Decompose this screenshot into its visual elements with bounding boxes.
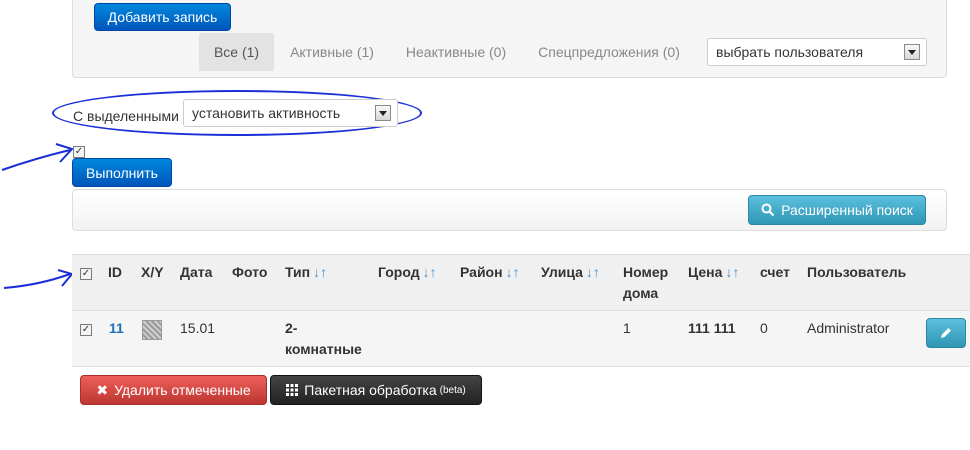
advanced-search-label: Расширенный поиск bbox=[781, 202, 913, 218]
sort-arrows-icon[interactable]: ↓↑ bbox=[725, 264, 739, 280]
tab-all[interactable]: Все (1) bbox=[199, 33, 274, 71]
col-photo: Фото bbox=[232, 264, 268, 280]
row-type-l2: комнатные bbox=[285, 341, 362, 357]
bulk-action-value: установить активность bbox=[192, 105, 341, 121]
execute-button[interactable]: Выполнить bbox=[72, 158, 172, 187]
pencil-icon bbox=[941, 328, 951, 338]
user-select-value: выбрать пользователя bbox=[716, 44, 864, 60]
search-icon bbox=[761, 203, 775, 217]
col-district-label: Район bbox=[460, 264, 503, 280]
row-house: 1 bbox=[623, 320, 631, 336]
sort-arrows-icon[interactable]: ↓↑ bbox=[506, 264, 520, 280]
col-type[interactable]: Тип ↓↑ bbox=[285, 262, 327, 283]
col-street[interactable]: Улица ↓↑ bbox=[541, 262, 600, 283]
delete-selected-button[interactable]: ✖ Удалить отмеченные bbox=[80, 375, 267, 405]
col-city-label: Город bbox=[378, 264, 420, 280]
dropdown-arrow-icon bbox=[904, 44, 920, 60]
row-id-link[interactable]: 11 bbox=[109, 318, 124, 339]
sort-arrows-icon[interactable]: ↓↑ bbox=[313, 264, 327, 280]
tab-inactive[interactable]: Неактивные (0) bbox=[397, 33, 515, 71]
close-icon: ✖ bbox=[96, 381, 109, 398]
tab-special-offers[interactable]: Спецпредложения (0) bbox=[528, 33, 690, 71]
batch-processing-label: Пакетная обработка bbox=[304, 382, 437, 398]
annotation-arrow-icon bbox=[3, 269, 74, 289]
advanced-search-button[interactable]: Расширенный поиск bbox=[748, 195, 926, 225]
select-all-checkbox[interactable]: ✓ bbox=[80, 268, 92, 280]
sort-arrows-icon[interactable]: ↓↑ bbox=[586, 264, 600, 280]
photo-thumbnail-icon[interactable] bbox=[142, 320, 162, 340]
row-account: 0 bbox=[760, 320, 768, 336]
bulk-action-select[interactable]: установить активность bbox=[183, 99, 398, 127]
annotation-arrow-icon bbox=[1, 143, 74, 171]
col-id[interactable]: ID bbox=[108, 262, 122, 283]
row-type-l1: 2- bbox=[285, 320, 298, 336]
row-date: 15.01 bbox=[180, 320, 216, 336]
delete-selected-label: Удалить отмеченные bbox=[114, 382, 251, 398]
execute-checkbox[interactable]: ✓ bbox=[73, 146, 85, 158]
col-date: Дата bbox=[180, 264, 213, 280]
edit-button[interactable] bbox=[926, 318, 966, 348]
user-select[interactable]: выбрать пользователя bbox=[707, 38, 927, 66]
sort-arrows-icon[interactable]: ↓↑ bbox=[423, 264, 437, 280]
col-street-label: Улица bbox=[541, 264, 583, 280]
col-xy: X/Y bbox=[141, 264, 164, 280]
add-record-button[interactable]: Добавить запись bbox=[94, 3, 231, 31]
col-type-label: Тип bbox=[285, 264, 311, 280]
col-user: Пользователь bbox=[807, 264, 907, 280]
row-price: 111 111 bbox=[688, 320, 736, 336]
bulk-actions-label: С выделенными bbox=[73, 108, 179, 124]
tab-active[interactable]: Активные (1) bbox=[281, 33, 383, 71]
dropdown-arrow-icon bbox=[375, 105, 391, 121]
col-district[interactable]: Район ↓↑ bbox=[460, 262, 520, 283]
col-house-number-l2: дома bbox=[623, 285, 659, 301]
col-price[interactable]: Цена ↓↑ bbox=[688, 262, 739, 283]
row-user: Administrator bbox=[807, 320, 890, 336]
grid-icon bbox=[286, 384, 299, 396]
row-checkbox[interactable]: ✓ bbox=[80, 324, 92, 336]
col-house-number-l1: Номер bbox=[623, 264, 669, 280]
beta-badge: (beta) bbox=[439, 384, 466, 396]
batch-processing-button[interactable]: Пакетная обработка (beta) bbox=[270, 375, 482, 405]
col-account: счет bbox=[760, 264, 791, 280]
col-price-label: Цена bbox=[688, 264, 723, 280]
col-city[interactable]: Город ↓↑ bbox=[378, 262, 437, 283]
